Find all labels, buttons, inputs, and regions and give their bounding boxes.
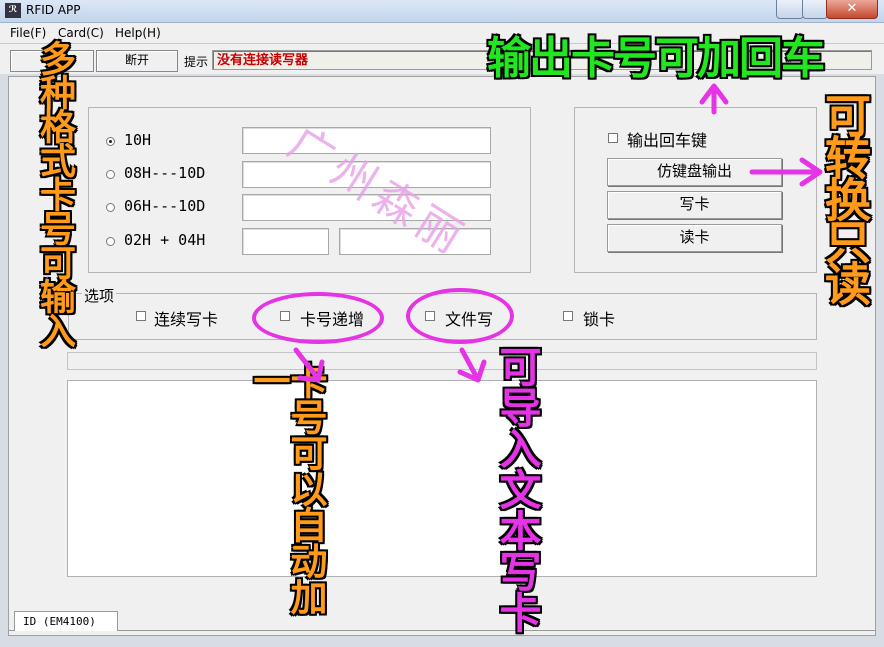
lock-card-checkbox[interactable] [563,311,573,321]
continuous-write-label: 连续写卡 [154,310,219,329]
progress-bar [67,352,817,370]
close-button[interactable]: ✕ [826,0,878,19]
write-card-button[interactable]: 写卡 [607,191,782,219]
continuous-write-checkbox[interactable] [136,311,146,321]
emulate-keyboard-button[interactable]: 仿键盘输出 [607,158,782,186]
format-label-10h: 10H [124,131,152,149]
window-title: RFID APP [26,3,81,17]
disconnect-button[interactable]: 断开 [96,50,178,72]
format-radio-08h[interactable] [106,170,115,179]
lock-card-label: 锁卡 [583,310,616,329]
format-label-02h04h: 02H + 04H [124,231,206,249]
highlight-ellipse-increment [252,292,384,344]
format-radio-10h[interactable] [106,137,115,146]
read-card-button[interactable]: 读卡 [607,224,782,252]
format-radio-02h04h[interactable] [106,237,115,246]
format-radio-06h[interactable] [106,203,115,212]
tab-baseline [8,630,876,631]
hint-label: 提示 [184,55,209,69]
tab-em4100[interactable]: ID (EM4100) [14,611,118,631]
maximize-button[interactable] [802,0,828,19]
format-label-08h: 08H---10D [124,164,206,182]
annotation-left: 多种格式卡号可输入 [34,40,75,346]
app-icon: ℛ [5,3,21,18]
annotation-right: 可转换只读 [818,92,872,302]
menu-card[interactable]: Card(C) [58,26,104,40]
enter-key-checkbox[interactable] [608,133,618,143]
options-group-label: 选项 [82,285,117,306]
annotation-increment: 卡号可以自动加一 [247,362,327,614]
menu-help[interactable]: Help(H) [115,26,161,40]
title-bar: ℛ RFID APP ✕ [0,0,884,23]
enter-key-label: 输出回车键 [627,131,708,150]
input-02h[interactable] [242,228,329,255]
minimize-button[interactable] [776,0,804,19]
log-textarea[interactable] [67,380,817,577]
annotation-import: 可导入文本写卡 [493,345,542,632]
format-label-06h: 06H---10D [124,197,206,215]
menu-file[interactable]: File(F) [10,26,46,40]
annotation-top: 输出卡号可加回车 [487,33,825,84]
highlight-ellipse-file-write [406,288,514,344]
